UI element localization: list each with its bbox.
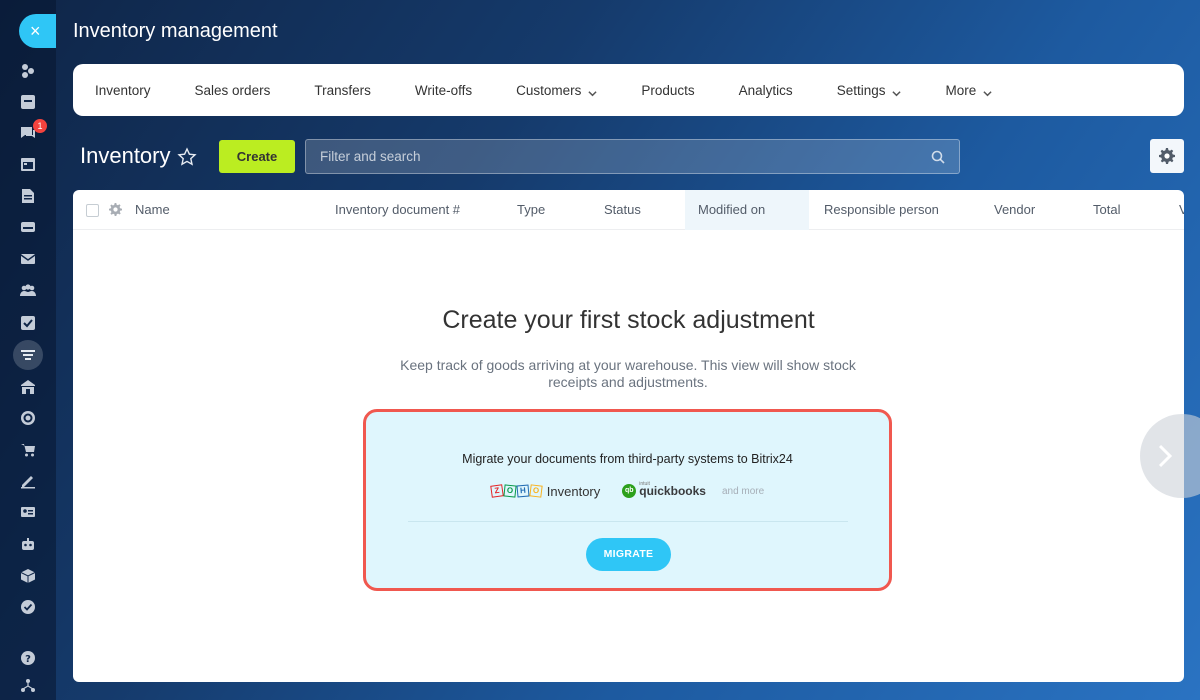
nav-item-write-offs[interactable]: Write-offs — [415, 83, 472, 98]
checklist-icon[interactable] — [18, 313, 38, 333]
app-title: Inventory management — [73, 20, 278, 42]
target-icon[interactable] — [18, 408, 38, 428]
page-title: Inventory — [80, 143, 171, 168]
gear-icon — [1159, 148, 1175, 164]
column-header-type[interactable]: Type — [517, 190, 545, 230]
nav-label: Transfers — [314, 82, 371, 98]
main-panel: Name Inventory document # Type Status Mo… — [73, 190, 1184, 682]
zoho-letter: Z — [490, 484, 504, 498]
org-structure-icon[interactable] — [18, 676, 38, 696]
quickbooks-mark-icon: qb — [622, 484, 637, 498]
nav-item-customers[interactable]: Customers — [516, 83, 597, 98]
column-header-document-number[interactable]: Inventory document # — [335, 190, 460, 230]
nav-item-sales-orders[interactable]: Sales orders — [195, 83, 271, 98]
nav-label: Sales orders — [194, 82, 271, 98]
migrate-title: Migrate your documents from third-party … — [462, 452, 793, 466]
help-icon[interactable]: ? — [18, 648, 38, 668]
filter-funnel-icon[interactable] — [13, 340, 43, 370]
zoho-inventory-logo: Z O H O Inventory — [490, 483, 601, 499]
nav-item-analytics[interactable]: Analytics — [739, 83, 793, 98]
robot-icon[interactable] — [18, 534, 38, 554]
column-header-total[interactable]: Total — [1093, 190, 1120, 230]
check-circle-icon[interactable] — [18, 597, 38, 617]
nav-item-more[interactable]: More — [945, 83, 992, 98]
chevron-right-icon — [1158, 444, 1173, 468]
mail-icon[interactable] — [18, 249, 38, 269]
chat-notification-badge: 1 — [33, 119, 47, 133]
document-icon[interactable] — [18, 186, 38, 206]
search-input[interactable] — [306, 140, 959, 173]
signature-icon[interactable] — [18, 471, 38, 491]
groups-icon[interactable] — [18, 280, 38, 300]
store-icon[interactable] — [18, 377, 38, 397]
nav-item-inventory[interactable]: Inventory — [95, 83, 151, 98]
settings-button[interactable] — [1150, 139, 1184, 173]
nav-label: More — [945, 82, 977, 98]
empty-state-title: Create your first stock adjustment — [442, 306, 815, 334]
nav-item-settings[interactable]: Settings — [837, 83, 902, 98]
column-header-responsible-person[interactable]: Responsible person — [824, 190, 939, 230]
column-settings-gear-icon[interactable] — [109, 203, 122, 216]
nav-item-transfers[interactable]: Transfers — [314, 83, 371, 98]
search-box — [305, 139, 960, 174]
contact-card-icon[interactable] — [18, 502, 38, 522]
quickbooks-logo: qb intuit quickbooks — [622, 481, 706, 498]
star-icon[interactable] — [177, 147, 197, 167]
intuit-tag: intuit — [639, 480, 650, 487]
calendar-icon[interactable] — [18, 154, 38, 174]
chevron-down-icon — [892, 86, 902, 96]
nav-label: Customers — [516, 82, 582, 98]
chevron-down-icon — [983, 86, 992, 96]
chevron-down-icon — [588, 86, 597, 96]
empty-state-description: Keep track of goods arriving at your war… — [400, 357, 856, 390]
column-header-name[interactable]: Name — [135, 190, 170, 230]
nav-label: Analytics — [738, 82, 793, 98]
select-all-checkbox[interactable] — [86, 204, 99, 217]
migrate-card: Migrate your documents from third-party … — [363, 409, 892, 591]
partner-logos: Z O H O Inventory qb intuit quickbooks a… — [366, 481, 889, 500]
tasks-board-icon[interactable] — [18, 92, 38, 112]
column-header-status[interactable]: Status — [604, 190, 641, 230]
divider — [408, 521, 848, 522]
search-icon[interactable] — [931, 150, 945, 164]
top-navigation: Inventory Sales orders Transfers Write-o… — [73, 64, 1184, 116]
box-icon[interactable] — [18, 566, 38, 586]
nav-label: Inventory — [95, 82, 151, 98]
zoho-letter: O — [529, 484, 543, 498]
zoho-letter: H — [516, 484, 530, 498]
svg-text:?: ? — [25, 654, 31, 665]
nav-label: Settings — [836, 82, 886, 98]
and-more-text: and more — [721, 485, 765, 497]
nav-label: Products — [641, 82, 695, 98]
table-header: Name Inventory document # Type Status Mo… — [73, 190, 1184, 230]
zoho-product-name: Inventory — [546, 483, 601, 499]
cart-icon[interactable] — [18, 440, 38, 460]
nav-label: Write-offs — [414, 82, 473, 98]
column-header-vendor[interactable]: Vendor — [994, 190, 1035, 230]
feed-icon[interactable] — [18, 61, 38, 81]
close-button[interactable]: × — [19, 14, 56, 48]
zoho-letter: O — [503, 484, 517, 498]
nav-item-products[interactable]: Products — [641, 83, 694, 98]
quickbooks-wordmark: intuit quickbooks — [639, 481, 706, 497]
create-button[interactable]: Create — [219, 140, 295, 173]
drive-icon[interactable] — [18, 217, 38, 237]
column-header-truncated[interactable]: V — [1179, 190, 1184, 230]
column-header-modified-on[interactable]: Modified on — [685, 190, 809, 230]
left-sidebar: × 1 ? — [0, 0, 56, 700]
migrate-button[interactable]: MIGRATE — [586, 538, 671, 571]
